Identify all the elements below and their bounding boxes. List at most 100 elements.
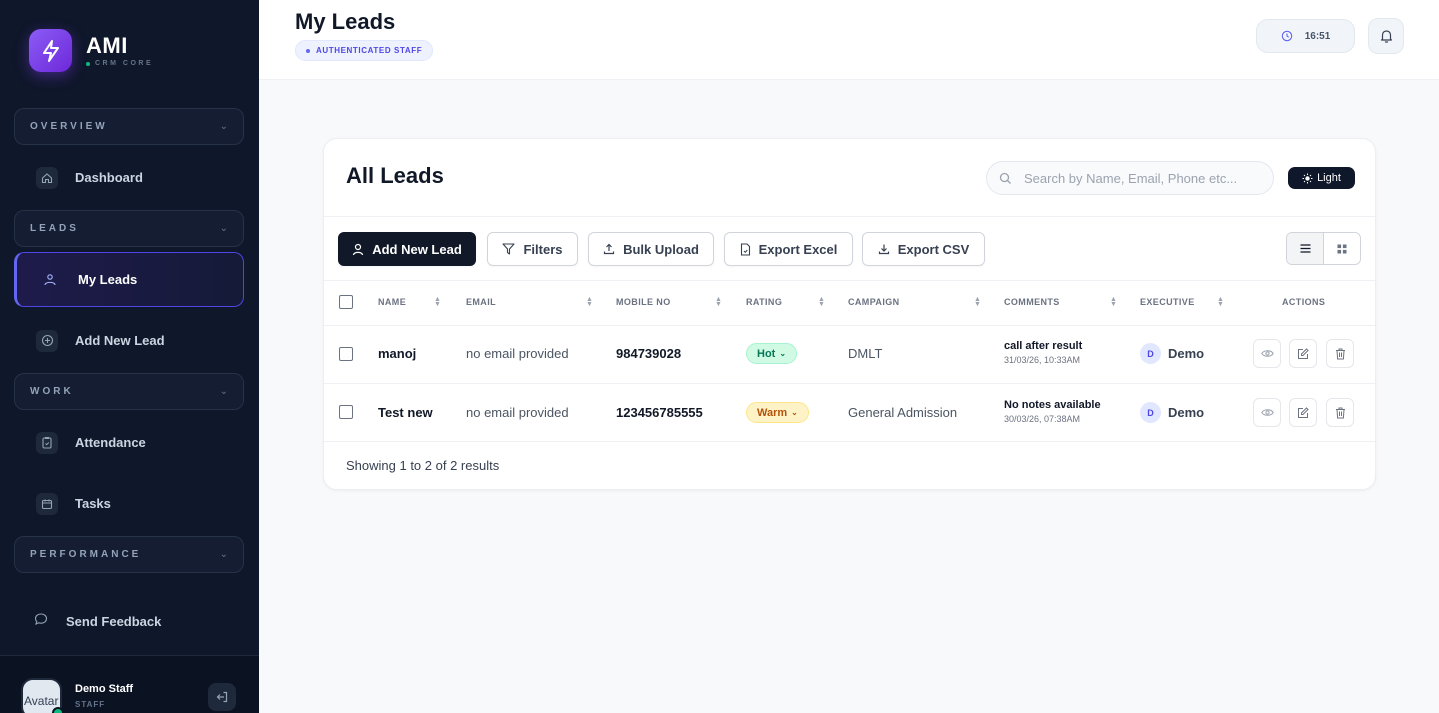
- sort-icon[interactable]: ▲ ▼: [1217, 296, 1224, 308]
- divider: [324, 441, 1375, 442]
- add-new-lead-button[interactable]: Add New Lead: [338, 232, 476, 266]
- view-button[interactable]: [1253, 398, 1281, 427]
- status-dot-icon: [86, 61, 90, 66]
- brand-subtitle: CRM CORE: [86, 60, 153, 67]
- view-button[interactable]: [1253, 339, 1281, 368]
- clock-icon: [1281, 30, 1292, 42]
- brand[interactable]: AMI CRM CORE: [29, 29, 153, 72]
- card-title: All Leads: [346, 163, 444, 188]
- view-toggle: [1286, 232, 1361, 265]
- lead-email: no email provided: [466, 405, 569, 420]
- select-all-checkbox[interactable]: [339, 295, 353, 309]
- column-header-executive[interactable]: EXECUTIVE: [1140, 297, 1195, 307]
- executive-name: Demo: [1168, 405, 1205, 420]
- divider: [324, 325, 1375, 326]
- grid-icon: [1337, 244, 1347, 253]
- trash-icon: [1335, 348, 1345, 359]
- edit-button[interactable]: [1289, 339, 1317, 368]
- eye-icon: [1260, 350, 1274, 357]
- sidebar-item-add-new-lead[interactable]: Add New Lead: [14, 313, 244, 368]
- lead-name[interactable]: manoj: [378, 346, 416, 361]
- row-checkbox[interactable]: [339, 405, 353, 419]
- send-feedback-label: Send Feedback: [66, 613, 162, 629]
- file-icon: [740, 242, 750, 256]
- lead-name[interactable]: Test new: [378, 405, 433, 420]
- lead-comment: No notes available: [1004, 399, 1101, 411]
- user-name: Demo Staff: [75, 683, 134, 695]
- lightning-icon: [29, 29, 72, 72]
- sidebar-item-my-leads[interactable]: My Leads: [14, 252, 244, 307]
- export-excel-button[interactable]: Export Excel: [724, 232, 853, 266]
- comment-date: 31/03/26, 10:33AM: [1004, 355, 1081, 365]
- search-box: [986, 161, 1274, 195]
- group-label: LEADS: [30, 223, 79, 234]
- sidebar-item-dashboard[interactable]: Dashboard: [14, 150, 244, 205]
- column-header-comments[interactable]: COMMENTS: [1004, 297, 1060, 307]
- column-header-rating[interactable]: RATING: [746, 297, 782, 307]
- sort-icon[interactable]: ▲ ▼: [434, 296, 441, 308]
- column-header-actions: ACTIONS: [1282, 297, 1326, 307]
- divider: [324, 280, 1375, 281]
- trash-icon: [1335, 407, 1345, 418]
- comment-date: 30/03/26, 07:38AM: [1004, 414, 1081, 424]
- delete-button[interactable]: [1326, 339, 1354, 368]
- theme-toggle-button[interactable]: Light: [1288, 167, 1355, 189]
- edit-icon: [1298, 406, 1309, 418]
- group-work[interactable]: WORK ⌄: [14, 373, 244, 410]
- logout-icon: [216, 691, 228, 703]
- sidebar-item-attendance[interactable]: Attendance: [14, 415, 244, 470]
- send-feedback-button[interactable]: Send Feedback: [14, 600, 244, 642]
- filters-button[interactable]: Filters: [487, 232, 578, 266]
- sidebar-item-tasks[interactable]: Tasks: [14, 476, 244, 531]
- group-performance[interactable]: PERFORMANCE ⌄: [14, 536, 244, 573]
- message-icon: [34, 612, 48, 631]
- bulk-upload-button[interactable]: Bulk Upload: [588, 232, 714, 266]
- column-header-email[interactable]: EMAIL: [466, 297, 496, 307]
- group-leads[interactable]: LEADS ⌄: [14, 210, 244, 247]
- notifications-button[interactable]: [1368, 18, 1404, 54]
- user-role: STAFF: [75, 700, 106, 709]
- chevron-down-icon: ⌄: [219, 549, 228, 560]
- calendar-icon: [36, 492, 58, 515]
- delete-button[interactable]: [1326, 398, 1354, 427]
- edit-button[interactable]: [1289, 398, 1317, 427]
- download-icon: [878, 244, 889, 255]
- leads-card: All Leads Light Add New Lead Filters Bul…: [323, 138, 1376, 490]
- theme-toggle-label: Light: [1317, 172, 1341, 184]
- lead-mobile: 984739028: [616, 346, 682, 361]
- rating-dropdown[interactable]: Hot ⌄: [746, 343, 798, 364]
- sun-icon: [1302, 173, 1313, 183]
- group-label: WORK: [30, 386, 74, 397]
- plus-circle-icon: [36, 329, 58, 352]
- executive-avatar: D: [1140, 343, 1161, 364]
- clock-display: 16:51: [1256, 19, 1355, 53]
- search-input[interactable]: [1024, 170, 1254, 186]
- logout-button[interactable]: [208, 683, 236, 711]
- column-header-name[interactable]: NAME: [378, 297, 406, 307]
- chevron-down-icon: ⌄: [219, 223, 228, 234]
- column-header-campaign[interactable]: CAMPAIGN: [848, 297, 900, 307]
- sort-icon[interactable]: ▲ ▼: [1110, 296, 1117, 308]
- sort-icon[interactable]: ▲ ▼: [715, 296, 722, 308]
- grid-view-button[interactable]: [1324, 233, 1360, 264]
- lead-comment: call after result: [1004, 340, 1083, 352]
- list-view-button[interactable]: [1287, 233, 1324, 264]
- column-header-mobile[interactable]: MOBILE NO: [616, 297, 671, 307]
- online-status-icon: [52, 707, 64, 713]
- brand-name: AMI: [86, 33, 128, 58]
- sidebar: AMI CRM CORE OVERVIEW ⌄ Dashboard LEADS …: [0, 0, 259, 713]
- upload-icon: [603, 243, 615, 255]
- sidebar-item-label: Add New Lead: [75, 333, 165, 348]
- row-checkbox[interactable]: [339, 347, 353, 361]
- sort-icon[interactable]: ▲ ▼: [586, 296, 593, 308]
- top-header: My Leads AUTHENTICATED STAFF 16:51: [259, 0, 1439, 80]
- group-overview[interactable]: OVERVIEW ⌄: [14, 108, 244, 145]
- executive-avatar: D: [1140, 402, 1161, 423]
- divider: [324, 216, 1375, 217]
- sidebar-item-label: Dashboard: [75, 170, 143, 185]
- sort-icon[interactable]: ▲ ▼: [818, 296, 825, 308]
- chevron-down-icon: ⌄: [219, 386, 228, 397]
- sort-icon[interactable]: ▲ ▼: [974, 296, 981, 308]
- export-csv-button[interactable]: Export CSV: [862, 232, 985, 266]
- rating-dropdown[interactable]: Warm ⌄: [746, 402, 809, 423]
